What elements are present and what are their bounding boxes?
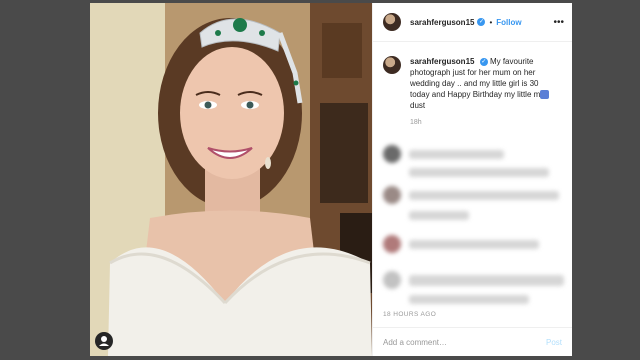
list-item	[383, 290, 529, 308]
list-item	[383, 163, 549, 181]
comment-text	[409, 149, 504, 159]
comment-text	[409, 294, 529, 304]
photo-illustration	[90, 3, 372, 356]
avatar[interactable]	[383, 13, 401, 31]
post-modal: sarahferguson15 ✓ • Follow ••• sarahferg…	[90, 3, 572, 356]
comment-avatar	[383, 235, 401, 253]
more-options-icon[interactable]: •••	[553, 17, 564, 28]
emoji-icon	[540, 90, 550, 100]
post-photo[interactable]	[90, 3, 372, 356]
caption-text: sarahferguson15 ✓ My favourite photograp…	[410, 56, 560, 111]
comment-text	[409, 167, 549, 177]
comment-avatar	[383, 271, 401, 289]
comment-text	[409, 239, 539, 249]
comment-spacer	[383, 163, 401, 181]
caption: sarahferguson15 ✓ My favourite photograp…	[373, 42, 572, 111]
list-item	[383, 145, 504, 163]
post-timestamp[interactable]: 18 HOURS AGO	[383, 311, 436, 318]
post-side-panel: sarahferguson15 ✓ • Follow ••• sarahferg…	[372, 3, 572, 356]
user-tag-icon[interactable]	[95, 332, 113, 350]
verified-badge-icon: ✓	[477, 18, 486, 26]
comment-spacer	[383, 206, 401, 224]
caption-age: 18h	[410, 119, 422, 126]
list-item	[383, 235, 539, 253]
follow-button[interactable]: Follow	[496, 18, 521, 27]
comment-avatar	[383, 186, 401, 204]
comment-input[interactable]: Add a comment…	[383, 338, 447, 347]
list-item	[383, 186, 559, 204]
caption-avatar[interactable]	[383, 56, 401, 74]
comment-bar: Add a comment… Post	[373, 327, 572, 356]
comment-avatar	[383, 145, 401, 163]
verified-badge-icon: ✓	[479, 57, 488, 66]
comment-spacer	[383, 290, 401, 308]
comment-text	[409, 190, 559, 200]
post-header: sarahferguson15 ✓ • Follow •••	[373, 3, 572, 42]
username-link[interactable]: sarahferguson15	[410, 18, 474, 27]
separator-dot: •	[489, 17, 493, 27]
list-item	[383, 271, 564, 289]
post-comment-button[interactable]: Post	[546, 338, 562, 347]
caption-body-end: dust	[410, 101, 426, 110]
list-item	[383, 206, 469, 224]
caption-username[interactable]: sarahferguson15	[410, 57, 474, 66]
comment-text	[409, 210, 469, 220]
comment-text	[409, 274, 564, 286]
